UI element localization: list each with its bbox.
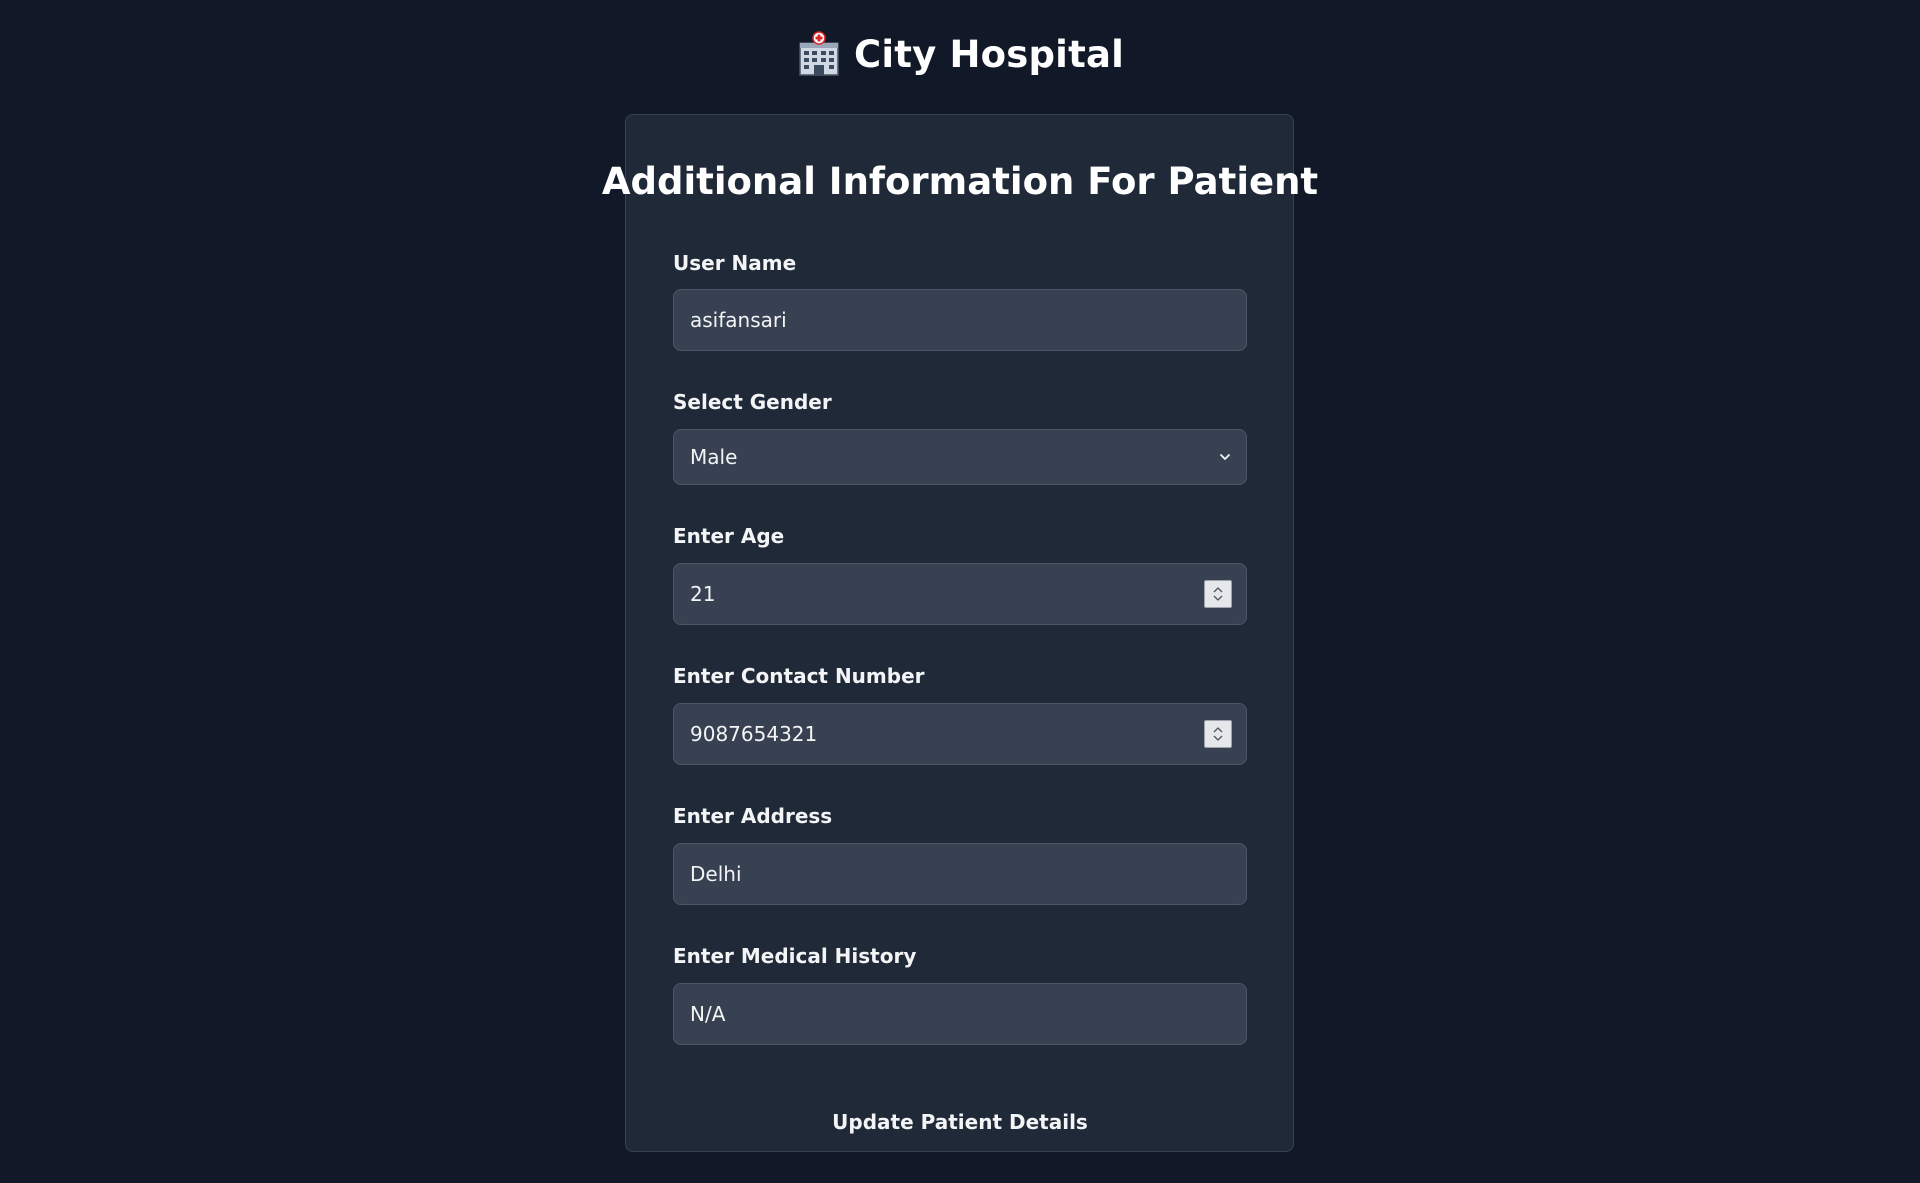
address-label: Enter Address xyxy=(673,804,833,828)
spinner-up-icon[interactable] xyxy=(1212,586,1224,594)
update-patient-button[interactable]: Update Patient Details xyxy=(673,1102,1247,1142)
address-field[interactable]: Delhi xyxy=(673,843,1247,905)
age-label: Enter Age xyxy=(673,524,785,548)
form-title: Additional Information For Patient xyxy=(601,160,1319,203)
hospital-icon xyxy=(799,31,839,76)
medical-history-label: Enter Medical History xyxy=(673,944,917,968)
age-value: 21 xyxy=(690,582,716,606)
user-name-label: User Name xyxy=(673,251,797,275)
app-title: City Hospital xyxy=(853,32,1125,76)
gender-select[interactable]: Male xyxy=(673,429,1247,485)
spinner-up-icon[interactable] xyxy=(1212,726,1224,734)
app-header: City Hospital xyxy=(0,0,1920,108)
brand: City Hospital xyxy=(796,31,1124,77)
number-spinner-icon[interactable] xyxy=(1204,720,1232,748)
contact-value: 9087654321 xyxy=(690,722,818,746)
user-name-field[interactable]: asifansari xyxy=(673,289,1247,351)
user-name-value: asifansari xyxy=(690,308,787,332)
chevron-down-icon xyxy=(1220,454,1230,460)
gender-value: Male xyxy=(690,445,738,469)
gender-label: Select Gender xyxy=(673,390,832,414)
number-spinner-icon[interactable] xyxy=(1204,580,1232,608)
contact-label: Enter Contact Number xyxy=(673,664,925,688)
medical-history-value: N/A xyxy=(690,1002,726,1026)
address-value: Delhi xyxy=(690,862,742,886)
age-field[interactable]: 21 xyxy=(673,563,1247,625)
contact-field[interactable]: 9087654321 xyxy=(673,703,1247,765)
medical-history-field[interactable]: N/A xyxy=(673,983,1247,1045)
spinner-down-icon[interactable] xyxy=(1212,734,1224,742)
spinner-down-icon[interactable] xyxy=(1212,594,1224,602)
